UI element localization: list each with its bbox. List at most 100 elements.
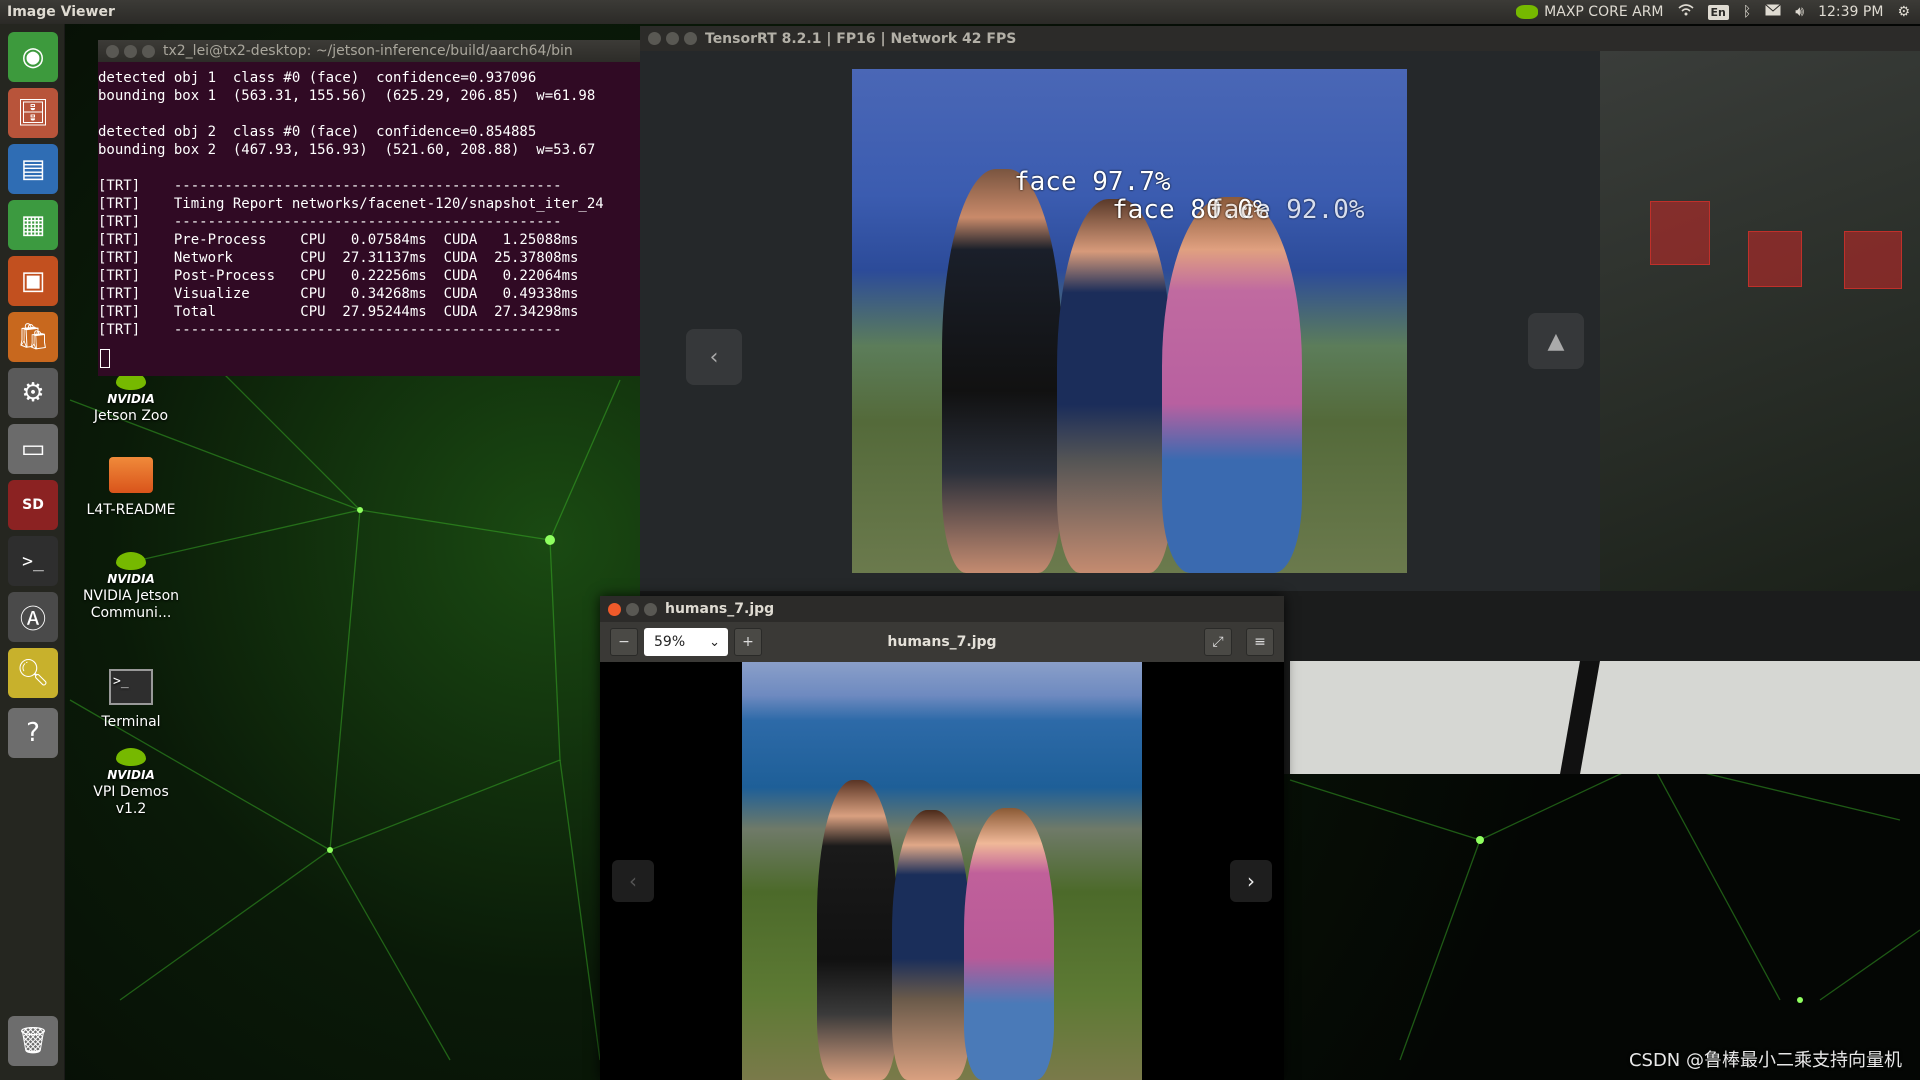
terminal-line: [TRT] Timing Report networks/facenet-120… <box>98 196 604 212</box>
next-image-button[interactable]: › <box>1230 860 1272 902</box>
image-viewer-toolbar: − 59% ⌄ + humans_7.jpg ⤢ ≡ <box>600 622 1284 662</box>
terminal-title: tx2_lei@tx2-desktop: ~/jetson-inference/… <box>163 43 573 59</box>
desktop-icon-label: Jetson Zoo <box>93 408 169 424</box>
image-viewer-window[interactable]: humans_7.jpg − 59% ⌄ + humans_7.jpg ⤢ ≡ … <box>600 596 1284 1080</box>
person-left <box>817 780 897 1080</box>
folder-icon <box>108 452 154 498</box>
zoom-out-button[interactable]: − <box>610 628 638 656</box>
help-icon[interactable]: ? <box>8 708 58 758</box>
terminal-line: [TRT] Total CPU 27.95244ms CUDA 27.34298… <box>98 304 579 320</box>
desktop-icon-jetson-community[interactable]: NVIDIA NVIDIA Jetson Communi... <box>76 552 186 622</box>
face-detection-label: face 97.7% <box>1014 167 1171 197</box>
person-right <box>1162 197 1302 573</box>
terminal-line: bounding box 1 (563.31, 155.56) (625.29,… <box>98 88 596 104</box>
system-settings-icon[interactable]: ⚙ <box>8 368 58 418</box>
terminal-titlebar[interactable]: tx2_lei@tx2-desktop: ~/jetson-inference/… <box>98 40 640 62</box>
terminal-icon: >_ <box>108 664 154 710</box>
desktop-icon-label: Terminal <box>101 714 161 730</box>
indicator-area: MAXP CORE ARM En ᛒ 🔊︎ 12:39 PM ⚙ <box>1516 4 1920 20</box>
close-icon[interactable] <box>608 602 621 616</box>
captured-photo <box>852 69 1407 573</box>
face-detection-box <box>1748 231 1802 287</box>
desktop-icon-label: VPI Demos v1.2 <box>93 784 169 817</box>
menu-button[interactable]: ≡ <box>1246 628 1274 656</box>
fullscreen-button[interactable]: ⤢ <box>1204 628 1232 656</box>
desktop-icon-terminal[interactable]: >_ Terminal <box>76 664 186 731</box>
software-updater-icon[interactable]: Ⓐ <box>8 592 58 642</box>
gear-icon[interactable]: ⚙ <box>1897 4 1910 20</box>
face-detection-label: face 92.0% <box>1208 195 1365 225</box>
desktop-icon-label: L4T-README <box>86 502 176 518</box>
bluetooth-icon[interactable]: ᛒ <box>1743 4 1751 20</box>
nvidia-logo-icon: NVIDIA <box>76 748 186 784</box>
prev-image-button: ‹ <box>686 329 742 385</box>
minimize-icon[interactable] <box>666 32 679 45</box>
writer-icon[interactable]: ▤ <box>8 144 58 194</box>
terminal-window[interactable]: tx2_lei@tx2-desktop: ~/jetson-inference/… <box>98 40 640 376</box>
terminal-line: [TRT] Visualize CPU 0.34268ms CUDA 0.493… <box>98 286 579 302</box>
zoom-in-button[interactable]: + <box>734 628 762 656</box>
terminal-line: bounding box 2 (467.93, 156.93) (521.60,… <box>98 142 596 158</box>
person-right <box>964 808 1054 1080</box>
desktop-icon-vpi-demos[interactable]: NVIDIA VPI Demos v1.2 <box>76 748 186 818</box>
nvidia-logo-icon <box>1516 5 1539 19</box>
displayed-image <box>742 662 1142 1080</box>
previous-image-button[interactable]: ‹ <box>612 860 654 902</box>
face-detection-box <box>1844 231 1902 289</box>
close-icon[interactable] <box>648 32 661 45</box>
image-viewer-icon[interactable]: 🔍︎ <box>8 648 58 698</box>
image-viewer-title: humans_7.jpg <box>665 601 775 617</box>
terminal-line: ​ <box>98 159 640 177</box>
person-middle <box>1057 199 1172 573</box>
drive-icon[interactable]: ▭ <box>8 424 58 474</box>
terminal-line: [TRT] Pre-Process CPU 0.07584ms CUDA 1.2… <box>98 232 579 248</box>
person-middle <box>892 810 970 1080</box>
face-detection-box <box>1650 201 1710 265</box>
desktop-icon-jetson-zoo[interactable]: NVIDIA Jetson Zoo <box>76 372 186 425</box>
image-canvas[interactable]: ‹ › <box>600 662 1284 1080</box>
close-icon[interactable] <box>106 44 119 58</box>
power-mode-label: MAXP CORE ARM <box>1544 4 1664 20</box>
maximize-icon[interactable] <box>684 32 697 45</box>
wifi-icon[interactable] <box>1677 4 1694 20</box>
tensorrt-title: TensorRT 8.2.1 | FP16 | Network 42 FPS <box>705 30 1017 47</box>
tensorrt-titlebar[interactable]: TensorRT 8.2.1 | FP16 | Network 42 FPS <box>640 26 1920 51</box>
calc-icon[interactable]: ▦ <box>8 200 58 250</box>
nvidia-logo-icon: NVIDIA <box>76 372 186 408</box>
volume-icon[interactable]: 🔊︎ <box>1795 4 1804 20</box>
nvidia-logo-icon: NVIDIA <box>76 552 186 588</box>
wall-background <box>1600 51 1920 591</box>
person-left <box>942 169 1062 573</box>
zoom-level-value: 59% <box>654 634 686 650</box>
watermark: CSDN @鲁棒最小二乘支持向量机 <box>1628 1050 1902 1071</box>
impress-icon[interactable]: ▣ <box>8 256 58 306</box>
active-app-title: Image Viewer <box>7 4 115 20</box>
terminal-line: [TRT] Post-Process CPU 0.22256ms CUDA 0.… <box>98 268 579 284</box>
terminal-cursor <box>100 349 110 368</box>
terminal-line: [TRT] ----------------------------------… <box>98 178 562 194</box>
desktop-icon-l4t-readme[interactable]: L4T-README <box>76 452 186 519</box>
desktop-icon-label: NVIDIA Jetson Communi... <box>82 588 180 621</box>
ubuntu-home-icon[interactable]: ◉ <box>8 32 58 82</box>
launcher: ◉ 🗄︎ ▤ ▦ ▣ 🛍︎ ⚙ ▭ SD >_ Ⓐ 🔍︎ ? 🗑︎ <box>0 24 65 1080</box>
terminal-line: [TRT] ----------------------------------… <box>98 322 562 338</box>
clock[interactable]: 12:39 PM <box>1818 4 1883 20</box>
next-image-button: ▲ <box>1528 313 1584 369</box>
minimize-icon[interactable] <box>124 44 137 58</box>
terminal-output[interactable]: detected obj 1 class #0 (face) confidenc… <box>98 62 640 373</box>
keyboard-layout-indicator[interactable]: En <box>1707 4 1729 20</box>
file-manager-icon[interactable]: 🗄︎ <box>8 88 58 138</box>
power-mode-indicator[interactable]: MAXP CORE ARM <box>1516 4 1664 20</box>
trash-icon[interactable]: 🗑︎ <box>8 1016 58 1066</box>
mail-icon[interactable] <box>1765 4 1782 20</box>
terminal-icon[interactable]: >_ <box>8 536 58 586</box>
software-center-icon[interactable]: 🛍︎ <box>8 312 58 362</box>
zoom-level-select[interactable]: 59% ⌄ <box>644 628 728 656</box>
terminal-line: [TRT] Network CPU 27.31137ms CUDA 25.378… <box>98 250 579 266</box>
maximize-icon[interactable] <box>142 44 155 58</box>
image-viewer-titlebar[interactable]: humans_7.jpg <box>600 596 1284 622</box>
sd-card-icon[interactable]: SD <box>8 480 58 530</box>
terminal-line: ​ <box>98 105 640 123</box>
minimize-icon[interactable] <box>626 602 639 616</box>
maximize-icon[interactable] <box>644 602 657 616</box>
